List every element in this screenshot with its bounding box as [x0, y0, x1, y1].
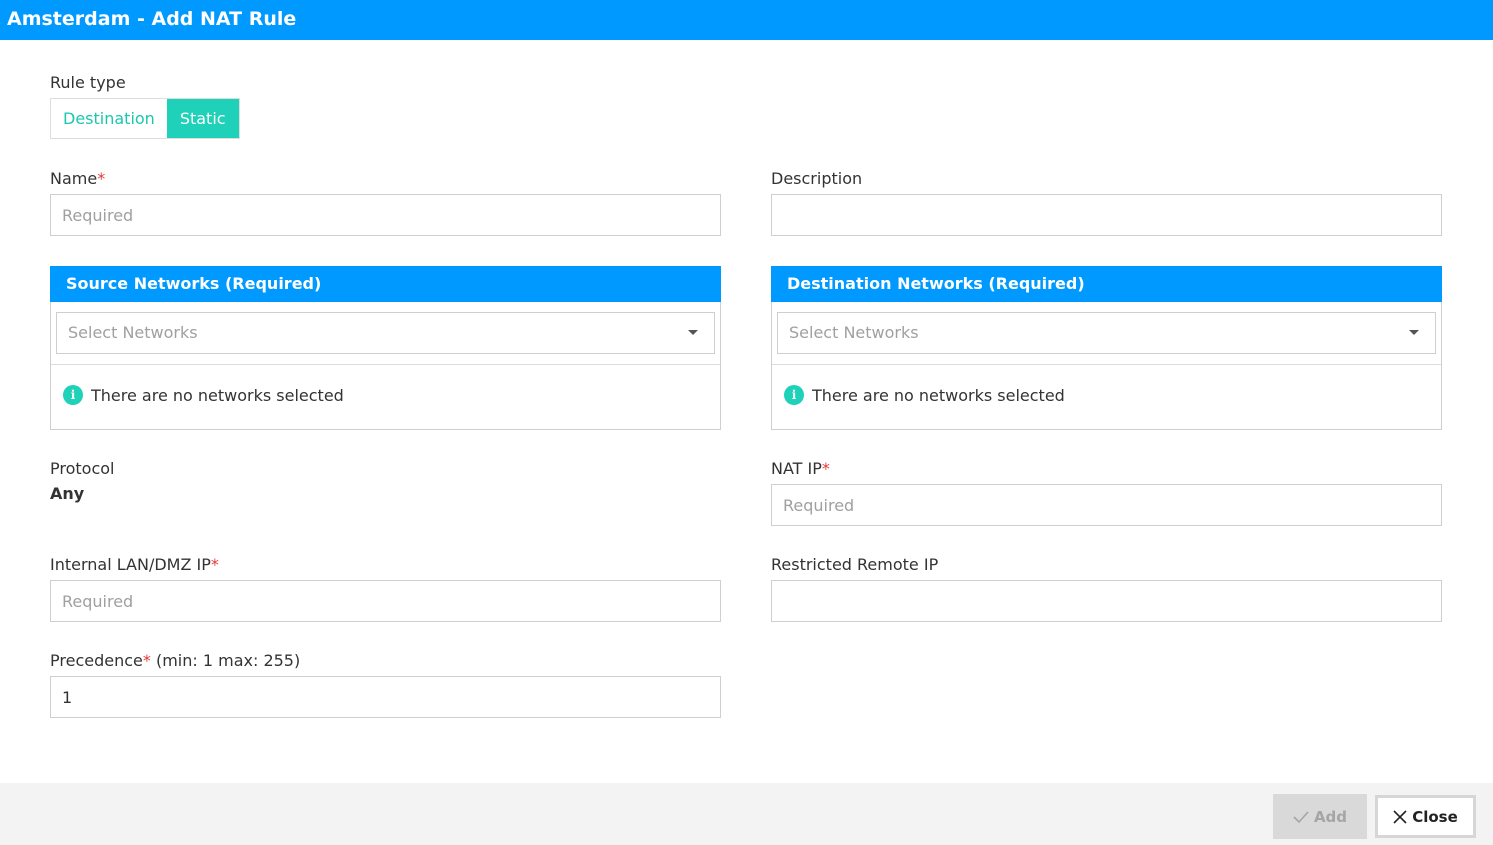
destination-networks-empty-message: There are no networks selected [812, 385, 1065, 405]
info-icon: i [63, 385, 83, 405]
source-networks-panel: Source Networks (Required) Select Networ… [50, 266, 721, 430]
source-networks-select[interactable]: Select Networks [56, 312, 715, 354]
required-mark: * [821, 459, 830, 478]
source-networks-empty-message: There are no networks selected [91, 385, 344, 405]
name-label-text: Name [50, 169, 98, 188]
internal-ip-label: Internal LAN/DMZ IP* [50, 555, 219, 575]
restricted-remote-ip-input[interactable] [771, 580, 1442, 622]
close-button-label: Close [1412, 807, 1458, 826]
name-label: Name* [50, 169, 105, 189]
destination-networks-select-placeholder: Select Networks [789, 323, 919, 342]
protocol-value: Any [50, 484, 85, 503]
close-icon [1393, 809, 1407, 824]
description-label: Description [771, 169, 863, 188]
rule-type-toggle: Destination Static [50, 98, 240, 139]
nat-ip-input[interactable] [771, 484, 1442, 526]
description-input[interactable] [771, 194, 1442, 236]
protocol-label: Protocol [50, 459, 115, 478]
rule-type-static-button[interactable]: Static [166, 99, 239, 138]
required-mark: * [142, 651, 151, 670]
precedence-label-text: Precedence [50, 651, 143, 670]
destination-networks-empty-state: i There are no networks selected [784, 385, 1065, 405]
required-mark: * [97, 169, 106, 188]
close-button[interactable]: Close [1375, 795, 1476, 838]
internal-ip-input[interactable] [50, 580, 721, 622]
check-icon [1293, 810, 1309, 823]
source-networks-title: Source Networks (Required) [50, 266, 721, 302]
divider [51, 364, 720, 365]
destination-networks-title: Destination Networks (Required) [771, 266, 1442, 302]
restricted-remote-ip-label: Restricted Remote IP [771, 555, 939, 574]
add-button-label: Add [1313, 807, 1348, 826]
divider [772, 364, 1441, 365]
internal-ip-label-text: Internal LAN/DMZ IP [50, 555, 211, 574]
rule-type-destination-button[interactable]: Destination [51, 99, 167, 138]
source-networks-empty-state: i There are no networks selected [63, 385, 344, 405]
chevron-down-icon [688, 330, 698, 335]
source-networks-select-placeholder: Select Networks [68, 323, 198, 342]
nat-ip-label: NAT IP* [771, 459, 830, 479]
destination-networks-panel: Destination Networks (Required) Select N… [771, 266, 1442, 430]
precedence-label: Precedence* (min: 1 max: 255) [50, 651, 300, 671]
nat-ip-label-text: NAT IP [771, 459, 822, 478]
precedence-input[interactable] [50, 676, 721, 718]
dialog-title: Amsterdam - Add NAT Rule [0, 0, 1493, 40]
destination-networks-select[interactable]: Select Networks [777, 312, 1436, 354]
chevron-down-icon [1409, 330, 1419, 335]
precedence-hint: (min: 1 max: 255) [155, 651, 301, 670]
info-icon: i [784, 385, 804, 405]
rule-type-label: Rule type [50, 73, 126, 92]
required-mark: * [210, 555, 219, 574]
add-button[interactable]: Add [1273, 794, 1367, 839]
name-input[interactable] [50, 194, 721, 236]
dialog-footer [0, 783, 1493, 845]
